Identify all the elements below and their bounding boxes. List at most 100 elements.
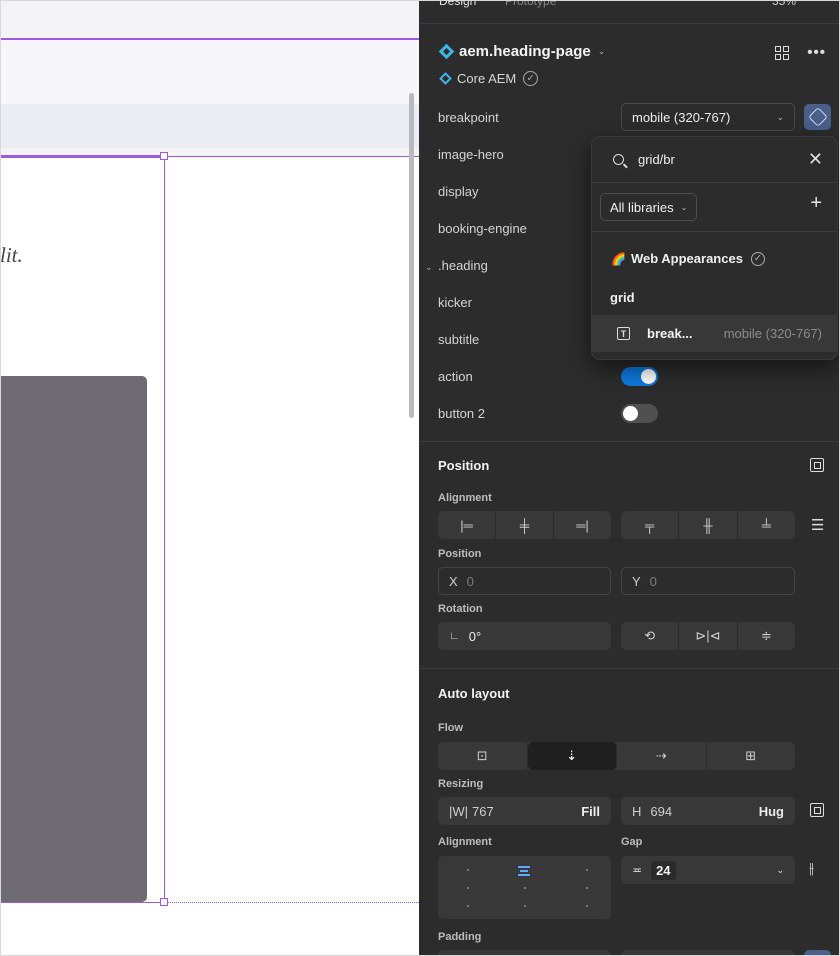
search-icon xyxy=(613,154,624,165)
check-circle-icon: ✓ xyxy=(523,71,539,86)
prop-booking-engine-label: booking-engine xyxy=(438,221,527,236)
chevron-down-icon[interactable]: ⌄ xyxy=(776,865,784,876)
zoom-level[interactable]: 35% xyxy=(772,0,796,8)
component-actions: ••• xyxy=(775,44,826,61)
padding-horizontal-field[interactable] xyxy=(438,950,611,956)
tab-design[interactable]: Design xyxy=(439,0,476,8)
breakpoint-value: mobile (320-767) xyxy=(632,109,731,125)
flip-vertical-icon[interactable]: ≑ xyxy=(738,622,795,650)
auto-layout-section-title: Auto layout xyxy=(438,686,510,701)
position-label: Position xyxy=(438,548,482,560)
height-value: 694 xyxy=(650,803,673,819)
align-center-h-icon[interactable]: ╪ xyxy=(496,511,554,539)
flow-grid-icon[interactable]: ⊞ xyxy=(707,742,796,770)
distribute-icon[interactable]: ☰ xyxy=(811,516,824,534)
component-instance-icon xyxy=(438,43,455,60)
prop-kicker-label: kicker xyxy=(438,295,472,310)
divider xyxy=(419,23,840,24)
tab-prototype[interactable]: Prototype xyxy=(505,0,556,8)
vertical-align-group: ╤ ╫ ╧ xyxy=(621,511,795,539)
divider xyxy=(419,668,840,669)
flow-horizontal-icon[interactable]: ⇢ xyxy=(617,742,707,770)
prop-display-label: display xyxy=(438,184,479,199)
library-filter-label: All libraries xyxy=(610,199,674,215)
rotation-field[interactable]: ∟ 0° xyxy=(438,622,611,650)
y-position-field[interactable]: Y 0 xyxy=(621,567,795,595)
library-filter-row: All libraries ⌄ + xyxy=(592,183,837,232)
divider xyxy=(419,441,840,442)
variable-hex-icon xyxy=(807,107,828,127)
width-field[interactable]: |W| 767 Fill xyxy=(438,797,611,825)
chevron-down-icon: ⌄ xyxy=(776,111,784,122)
width-mode[interactable]: Fill xyxy=(581,804,600,819)
design-canvas[interactable]: lit. xyxy=(0,0,419,956)
x-label: X xyxy=(449,573,458,589)
resize-handle-top[interactable] xyxy=(160,152,168,160)
resize-handle-bottom[interactable] xyxy=(160,898,168,906)
padding-label: Padding xyxy=(438,931,482,943)
prop-image-hero-label: image-hero xyxy=(438,147,504,162)
horizontal-align-group: |═ ╪ ═| xyxy=(438,511,611,539)
flow-freeform-icon[interactable]: ⊡ xyxy=(438,742,528,770)
canvas-image-placeholder[interactable] xyxy=(0,376,147,902)
align-top-icon[interactable]: ╤ xyxy=(621,511,680,539)
flow-direction-group: ⊡ ⇣ ⇢ ⊞ xyxy=(438,742,795,770)
component-library[interactable]: Core AEM ✓ xyxy=(439,71,539,86)
search-input[interactable]: grid/br xyxy=(638,152,675,167)
canvas-nav-band xyxy=(0,104,419,148)
width-label: |W| xyxy=(449,803,469,819)
alignment-grid[interactable] xyxy=(438,856,611,919)
alignment-label: Alignment xyxy=(438,492,492,504)
prop-button-2-label: button 2 xyxy=(438,406,485,421)
flip-horizontal-icon[interactable]: ⊳|⊲ xyxy=(679,622,738,650)
prop-action-label: action xyxy=(438,369,473,384)
action-toggle[interactable] xyxy=(621,367,658,386)
variable-option[interactable]: T break... mobile (320-767) xyxy=(592,315,837,352)
more-options-icon[interactable]: ••• xyxy=(807,44,826,61)
advanced-layout-settings-icon[interactable]: ⫲ xyxy=(809,860,814,877)
align-top-center-icon[interactable] xyxy=(518,866,530,876)
focus-frame-icon[interactable] xyxy=(810,458,824,472)
library-name: Core AEM xyxy=(457,71,517,86)
apply-variable-button[interactable] xyxy=(804,104,831,130)
library-filter-dropdown[interactable]: All libraries ⌄ xyxy=(600,193,698,221)
button-2-toggle[interactable] xyxy=(621,404,658,423)
canvas-scrollbar[interactable] xyxy=(409,93,414,418)
rotation-value: 0° xyxy=(468,628,482,644)
toggle-knob xyxy=(623,406,638,421)
clip-content-icon[interactable] xyxy=(810,803,824,817)
x-position-field[interactable]: X 0 xyxy=(438,567,611,595)
align-left-icon[interactable]: |═ xyxy=(438,511,496,539)
flow-vertical-icon[interactable]: ⇣ xyxy=(527,742,617,770)
gap-field[interactable]: ≖ 24 ⌄ xyxy=(621,856,795,884)
detach-grid-icon[interactable] xyxy=(775,45,790,60)
height-mode[interactable]: Hug xyxy=(759,804,784,819)
breakpoint-select[interactable]: mobile (320-767) ⌄ xyxy=(621,103,795,131)
selection-right-edge xyxy=(164,157,165,902)
variable-group-name: grid xyxy=(610,290,635,305)
layout-alignment-label: Alignment xyxy=(438,836,492,848)
align-middle-icon[interactable]: ╫ xyxy=(679,511,738,539)
align-right-icon[interactable]: ═| xyxy=(554,511,611,539)
gap-label: Gap xyxy=(621,836,643,848)
prop-breakpoint-label: breakpoint xyxy=(438,110,499,125)
panel-tabs: Design Prototype 35% xyxy=(419,0,840,12)
component-header[interactable]: aem.heading-page ⌄ xyxy=(438,43,606,60)
variable-search[interactable]: grid/br ✕ xyxy=(592,137,837,183)
angle-icon: ∟ xyxy=(449,630,460,642)
variable-value: mobile (320-767) xyxy=(723,326,822,341)
collapse-caret-icon[interactable]: ⌄ xyxy=(425,262,433,273)
selection-top-line-right xyxy=(164,156,419,157)
variable-picker-popover: grid/br ✕ All libraries ⌄ + 🌈 Web Appear… xyxy=(591,136,838,360)
padding-vertical-field[interactable] xyxy=(621,950,795,956)
chevron-down-icon[interactable]: ⌄ xyxy=(598,46,606,57)
prop-heading-label[interactable]: .heading xyxy=(438,258,488,273)
align-bottom-icon[interactable]: ╧ xyxy=(738,511,795,539)
rotate-90-icon[interactable]: ⟲ xyxy=(621,622,680,650)
add-variable-icon[interactable]: + xyxy=(810,192,822,215)
canvas-header-band xyxy=(0,40,419,104)
height-label: H xyxy=(632,803,642,819)
padding-variable-button[interactable] xyxy=(804,950,831,956)
close-icon[interactable]: ✕ xyxy=(808,149,823,170)
height-field[interactable]: H 694 Hug xyxy=(621,797,795,825)
